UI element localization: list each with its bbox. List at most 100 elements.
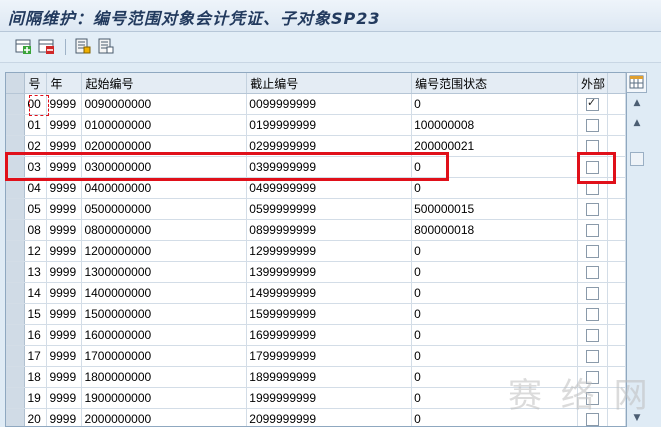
cell-external[interactable] — [577, 199, 607, 220]
external-checkbox[interactable] — [586, 245, 599, 258]
cell-external[interactable] — [577, 262, 607, 283]
table-row[interactable]: 139999130000000013999999990 — [6, 262, 626, 283]
col-header-from[interactable]: 起始编号 — [82, 73, 247, 94]
cell-no[interactable]: 08 — [25, 220, 47, 241]
external-checkbox[interactable] — [586, 329, 599, 342]
table-row[interactable]: 159999150000000015999999990 — [6, 304, 626, 325]
cell-from-number[interactable]: 2000000000 — [82, 409, 247, 427]
cell-to-number[interactable]: 1499999999 — [247, 283, 412, 304]
cell-from-number[interactable]: 1700000000 — [82, 346, 247, 367]
cell-year[interactable]: 9999 — [47, 262, 82, 283]
row-selector[interactable] — [6, 94, 25, 115]
scroll-up-icon[interactable]: ▲ — [629, 116, 645, 130]
cell-from-number[interactable]: 1400000000 — [82, 283, 247, 304]
cell-year[interactable]: 9999 — [47, 388, 82, 409]
cell-status[interactable]: 0 — [412, 94, 578, 115]
cell-external[interactable] — [577, 115, 607, 136]
cell-no[interactable]: 18 — [25, 367, 47, 388]
cell-status[interactable]: 0 — [412, 241, 578, 262]
col-header-no[interactable]: 号 — [25, 73, 47, 94]
col-header-external[interactable]: 外部 — [577, 73, 607, 94]
external-checkbox[interactable] — [586, 287, 599, 300]
cell-from-number[interactable]: 0800000000 — [82, 220, 247, 241]
cell-from-number[interactable]: 1500000000 — [82, 304, 247, 325]
cell-year[interactable]: 9999 — [47, 346, 82, 367]
external-checkbox[interactable] — [586, 308, 599, 321]
col-header-status[interactable]: 编号范围状态 — [412, 73, 578, 94]
column-config-button[interactable] — [626, 72, 647, 93]
cell-external[interactable] — [577, 346, 607, 367]
cell-year[interactable]: 9999 — [47, 220, 82, 241]
cell-status[interactable]: 100000008 — [412, 115, 578, 136]
cell-from-number[interactable]: 1900000000 — [82, 388, 247, 409]
cell-external[interactable] — [577, 241, 607, 262]
cell-from-number[interactable]: 0100000000 — [82, 115, 247, 136]
cell-status[interactable]: 0 — [412, 283, 578, 304]
row-selector[interactable] — [6, 262, 25, 283]
cell-to-number[interactable]: 0599999999 — [247, 199, 412, 220]
table-row[interactable]: 01999901000000000199999999100000008 — [6, 115, 626, 136]
table-row[interactable]: 129999120000000012999999990 — [6, 241, 626, 262]
external-checkbox[interactable] — [586, 224, 599, 237]
cell-no[interactable]: 19 — [25, 388, 47, 409]
table-row[interactable]: 179999170000000017999999990 — [6, 346, 626, 367]
add-interval-icon[interactable] — [15, 38, 32, 55]
row-selector[interactable] — [6, 241, 25, 262]
cell-external[interactable] — [577, 325, 607, 346]
cell-to-number[interactable]: 0099999999 — [247, 94, 412, 115]
cell-to-number[interactable]: 1799999999 — [247, 346, 412, 367]
cell-year[interactable]: 9999 — [47, 199, 82, 220]
deselect-all-icon[interactable] — [97, 38, 114, 55]
cell-status[interactable]: 500000015 — [412, 199, 578, 220]
cell-external[interactable] — [577, 304, 607, 325]
cell-to-number[interactable]: 2099999999 — [247, 409, 412, 427]
cell-no[interactable]: 13 — [25, 262, 47, 283]
external-checkbox[interactable] — [586, 182, 599, 195]
cell-from-number[interactable]: 0090000000 — [82, 94, 247, 115]
cell-to-number[interactable]: 1599999999 — [247, 304, 412, 325]
cell-status[interactable]: 0 — [412, 304, 578, 325]
table-row[interactable]: 05999905000000000599999999500000015 — [6, 199, 626, 220]
table-row[interactable]: 169999160000000016999999990 — [6, 325, 626, 346]
cell-external[interactable] — [577, 94, 607, 115]
cell-external[interactable] — [577, 220, 607, 241]
cell-status[interactable]: 0 — [412, 325, 578, 346]
cell-no[interactable]: 20 — [25, 409, 47, 427]
row-selector[interactable] — [6, 304, 25, 325]
cell-from-number[interactable]: 1200000000 — [82, 241, 247, 262]
external-checkbox[interactable] — [586, 119, 599, 132]
cell-to-number[interactable]: 0199999999 — [247, 115, 412, 136]
external-checkbox[interactable] — [586, 266, 599, 279]
cell-no[interactable]: 17 — [25, 346, 47, 367]
cell-no[interactable]: 15 — [25, 304, 47, 325]
cell-year[interactable]: 9999 — [47, 241, 82, 262]
select-all-icon[interactable] — [74, 38, 91, 55]
scrollbar-thumb[interactable] — [630, 152, 644, 166]
cell-no[interactable]: 12 — [25, 241, 47, 262]
cell-to-number[interactable]: 1699999999 — [247, 325, 412, 346]
cell-status[interactable]: 800000018 — [412, 220, 578, 241]
row-selector[interactable] — [6, 346, 25, 367]
cell-status[interactable]: 0 — [412, 346, 578, 367]
scroll-top-icon[interactable]: ▲ — [629, 96, 645, 110]
row-selector[interactable] — [6, 409, 25, 427]
table-row[interactable]: 08999908000000000899999999800000018 — [6, 220, 626, 241]
table-row[interactable]: 009999009000000000999999990 — [6, 94, 626, 115]
cell-to-number[interactable]: 1999999999 — [247, 388, 412, 409]
cell-to-number[interactable]: 1399999999 — [247, 262, 412, 283]
external-checkbox[interactable] — [586, 203, 599, 216]
cell-year[interactable]: 9999 — [47, 367, 82, 388]
row-selector[interactable] — [6, 283, 25, 304]
cell-from-number[interactable]: 1300000000 — [82, 262, 247, 283]
cell-to-number[interactable]: 0899999999 — [247, 220, 412, 241]
row-selector[interactable] — [6, 220, 25, 241]
cell-year[interactable]: 9999 — [47, 115, 82, 136]
cell-no[interactable]: 16 — [25, 325, 47, 346]
cell-no[interactable]: 14 — [25, 283, 47, 304]
row-selector[interactable] — [6, 325, 25, 346]
cell-year[interactable]: 9999 — [47, 94, 82, 115]
external-checkbox[interactable] — [586, 98, 599, 111]
cell-year[interactable]: 9999 — [47, 409, 82, 427]
cell-to-number[interactable]: 1299999999 — [247, 241, 412, 262]
external-checkbox[interactable] — [586, 350, 599, 363]
